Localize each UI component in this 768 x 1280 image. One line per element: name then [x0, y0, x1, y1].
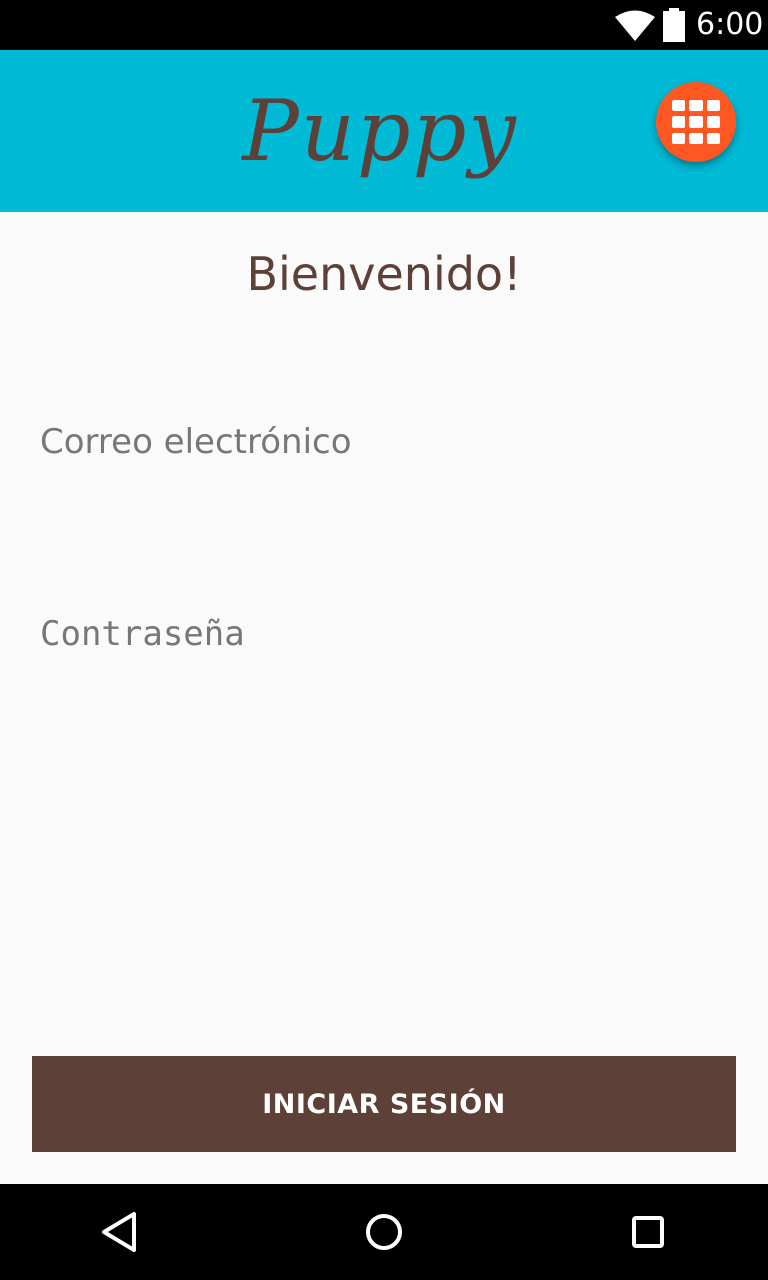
recents-icon[interactable] — [624, 1208, 672, 1256]
grid-menu-icon — [672, 100, 720, 144]
status-time: 6:00 — [696, 7, 764, 42]
status-bar: 6:00 — [0, 0, 768, 50]
navigation-bar — [0, 1184, 768, 1280]
password-field[interactable] — [40, 606, 730, 662]
app-title: Puppy — [242, 82, 518, 180]
wifi-icon — [615, 10, 655, 41]
home-icon[interactable] — [360, 1208, 408, 1256]
battery-icon — [663, 8, 685, 42]
app-bar: Puppy — [0, 50, 768, 212]
email-field[interactable] — [40, 414, 730, 470]
welcome-heading: Bienvenido! — [246, 247, 522, 301]
login-button[interactable]: INICIAR SESIÓN — [32, 1056, 736, 1152]
back-icon[interactable] — [96, 1208, 144, 1256]
menu-button[interactable] — [656, 82, 736, 162]
